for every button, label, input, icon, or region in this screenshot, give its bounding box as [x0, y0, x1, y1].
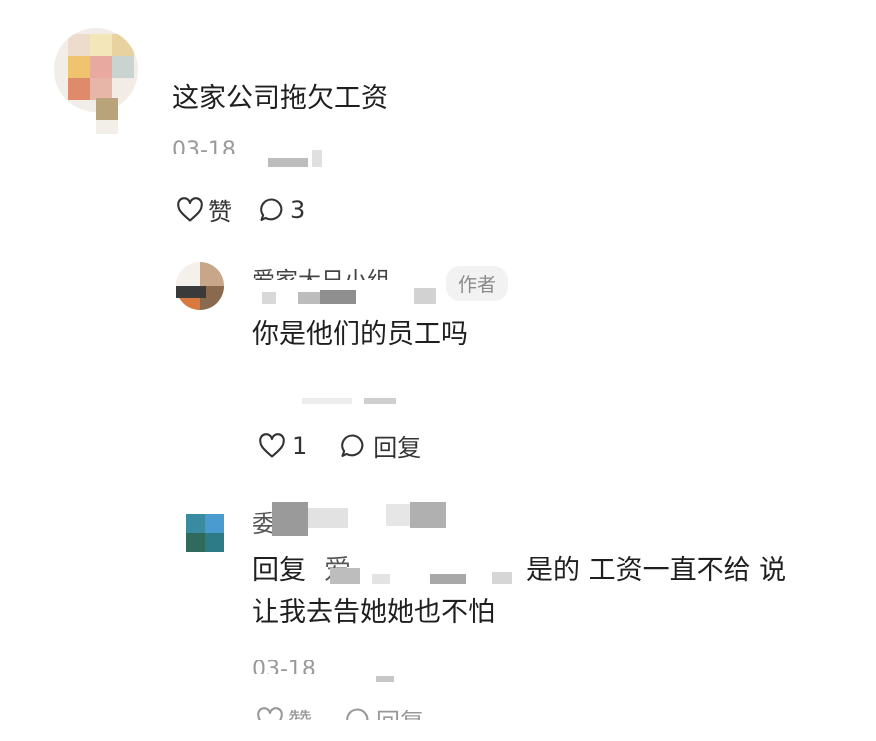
reply1-author-name[interactable]: 爱家大日小组: [252, 264, 390, 280]
comment-like-label: 赞: [208, 198, 232, 226]
reply2-actions: 赞 回复: [256, 706, 456, 720]
reply2-mention-blur-b: [372, 574, 390, 584]
reply2-meta-blur: [376, 676, 394, 682]
heart-icon: [256, 706, 284, 720]
reply1-author-blur-d: [414, 288, 436, 304]
reply1-like-button[interactable]: 1: [258, 428, 307, 463]
author-badge: 作者: [446, 266, 509, 301]
comment-reply-count: 3: [290, 195, 306, 224]
reply2-text-line2: 让我去告她她也不怕: [252, 597, 495, 628]
reply2-author-blur-b: [308, 508, 348, 528]
comment-location-blur: [268, 158, 308, 167]
reply2-author-blur-a: [272, 502, 308, 536]
comment-reply-button[interactable]: 3: [258, 192, 305, 227]
reply1-meta-blur-b: [364, 398, 396, 404]
reply2-author-blur-d: [410, 502, 446, 528]
reply2-reply-prefix: 回复: [252, 555, 306, 586]
reply2-mention-blur-a: [330, 568, 360, 584]
comment-location-blur2: [312, 150, 322, 167]
speech-bubble-icon: [339, 432, 367, 460]
comment-date: 03-18: [172, 140, 236, 154]
reply2-meta-row: 03-18: [252, 660, 372, 674]
reply1-author-row: 爱家大日小组: [252, 264, 442, 280]
avatar-pixel-tail2: [96, 120, 118, 134]
reply2-text-line1: 是的 工资一直不给 说: [526, 555, 787, 586]
reply1-text: 你是他们的员工吗: [252, 319, 468, 350]
reply2-like-label: 赞: [288, 706, 312, 720]
comment-like-button[interactable]: 赞: [176, 192, 232, 227]
reply1-author-blur-a: [262, 292, 276, 304]
reply2-author-blur-c: [386, 504, 410, 526]
reply1-meta-blur-a: [302, 398, 352, 404]
reply1-actions: 1 回复: [258, 428, 421, 463]
heart-icon: [176, 196, 204, 223]
avatar-pixel-tail: [96, 98, 118, 120]
reply1-author-blur-c: [320, 290, 356, 304]
reply2-reply-label: 回复: [376, 706, 424, 720]
reply2-avatar[interactable]: [186, 514, 224, 552]
reply2-date: 03-18: [252, 660, 316, 674]
reply1-reply-label: 回复: [373, 434, 422, 462]
reply1-avatar-pixel: [176, 286, 206, 298]
reply1-like-count: 1: [292, 431, 308, 460]
speech-bubble-icon: [344, 706, 372, 720]
heart-icon: [258, 432, 286, 459]
reply2-body: 回复 爱 是的 工资一直不给 说 让我去告她她也不怕: [252, 552, 852, 632]
comment-text: 这家公司拖欠工资: [172, 83, 388, 114]
reply1-author-blur-b: [298, 292, 320, 304]
reply2-like-button[interactable]: 赞: [256, 706, 312, 720]
reply2-mention-blur-c: [430, 574, 466, 584]
reply1-reply-button[interactable]: 回复: [339, 428, 421, 463]
reply2-reply-button[interactable]: 回复: [344, 706, 424, 720]
reply2-mention-blur-d: [492, 572, 512, 584]
comment-actions: 赞 3: [176, 192, 305, 227]
speech-bubble-icon: [258, 196, 286, 224]
